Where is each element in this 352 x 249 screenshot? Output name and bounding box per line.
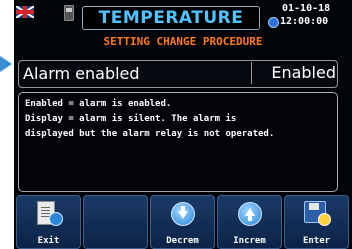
parameter-label: Alarm enabled — [23, 64, 140, 83]
uk-flag-icon[interactable] — [16, 6, 34, 18]
increment-button[interactable]: Increm — [217, 195, 282, 249]
help-panel: Enabled = alarm is enabled. Display = al… — [18, 92, 338, 192]
time-readout: 12:00:00 — [280, 16, 329, 27]
decrement-label: Decrem — [166, 236, 199, 246]
enter-label: Enter — [302, 236, 331, 246]
softkey-bar: Exit Decrem Increm Enter — [16, 195, 350, 249]
parameter-row[interactable]: Alarm enabled Enabled — [18, 60, 338, 88]
exit-label: Exit — [37, 236, 60, 246]
clock-icon — [268, 17, 279, 28]
enter-badge-icon — [318, 213, 331, 226]
decrement-button[interactable]: Decrem — [150, 195, 215, 249]
parameter-value[interactable]: Enabled — [251, 62, 336, 84]
blank-softkey[interactable] — [83, 195, 148, 249]
date-readout: 01-10-18 — [282, 3, 331, 14]
device-icon — [64, 5, 74, 21]
enter-button[interactable]: Enter — [284, 195, 349, 249]
pointer-arrow-icon — [0, 56, 12, 72]
help-text: Enabled = alarm is enabled. Display = al… — [25, 99, 275, 139]
page-subtitle: SETTING CHANGE PROCEDURE — [103, 35, 263, 48]
hmi-screen: TEMPERATURE 01-10-18 12:00:00 SETTING CH… — [14, 0, 352, 249]
exit-button[interactable]: Exit — [16, 195, 81, 249]
increment-label: Increm — [233, 236, 266, 246]
left-margin — [0, 0, 14, 249]
page-title: TEMPERATURE — [82, 6, 260, 30]
arrow-up-icon — [238, 202, 262, 226]
exit-badge-icon — [49, 212, 63, 226]
arrow-down-icon — [171, 202, 195, 226]
